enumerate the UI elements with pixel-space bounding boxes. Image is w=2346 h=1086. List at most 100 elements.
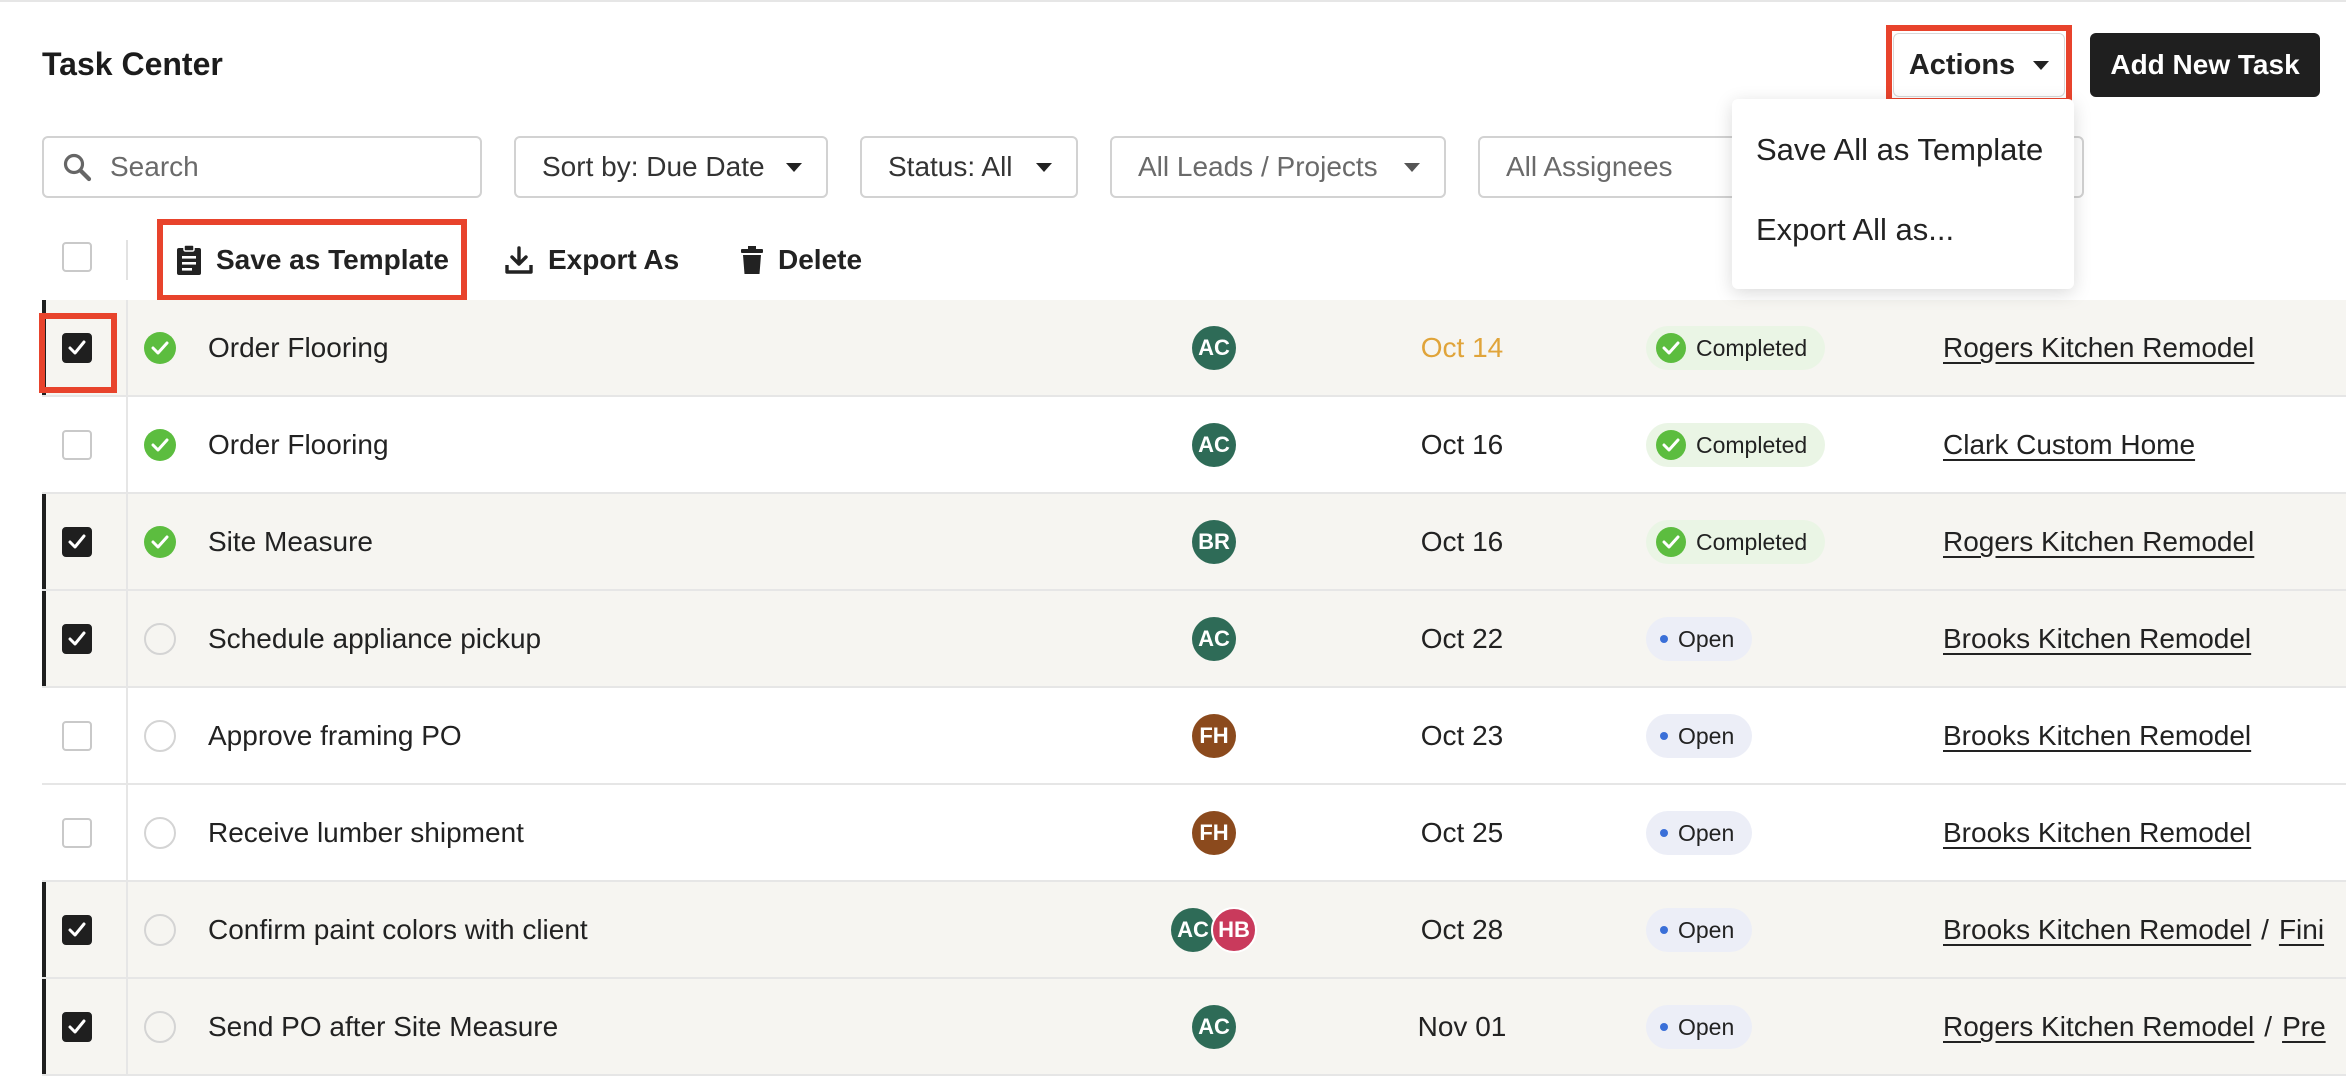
status-badge[interactable]: Open [1646, 811, 1753, 855]
assignee-avatars: FH [1154, 811, 1274, 855]
bullet-icon [1660, 926, 1668, 934]
status-filter-dropdown[interactable]: Status: All [860, 136, 1078, 198]
delete-button[interactable]: Delete [740, 238, 862, 282]
task-name[interactable]: Order Flooring [208, 397, 389, 492]
project-link[interactable]: Brooks Kitchen Remodel [1943, 720, 2251, 751]
project-links: Brooks Kitchen Remodel [1943, 591, 2251, 686]
status-badge[interactable]: Completed [1646, 326, 1826, 370]
open-circle-icon[interactable] [144, 1011, 176, 1043]
column-divider [126, 300, 128, 395]
avatar[interactable]: AC [1192, 423, 1236, 467]
column-divider [126, 397, 128, 492]
completed-check-icon[interactable] [144, 429, 176, 461]
project-link[interactable]: Rogers Kitchen Remodel [1943, 1011, 2254, 1042]
project-links: Clark Custom Home [1943, 397, 2195, 492]
save-as-template-button[interactable]: Save as Template [176, 238, 449, 282]
table-row[interactable]: Schedule appliance pickup AC Oct 22 Open Bro… [42, 591, 2346, 688]
status-badge[interactable]: Open [1646, 617, 1753, 661]
select-all-checkbox[interactable] [62, 242, 92, 272]
caret-down-icon [1036, 162, 1052, 172]
column-divider [126, 591, 128, 686]
due-date: Oct 22 [1420, 623, 1504, 654]
project-link[interactable]: Clark Custom Home [1943, 429, 2195, 460]
add-new-task-button[interactable]: Add New Task [2090, 33, 2320, 97]
bullet-icon [1660, 829, 1668, 837]
status-label: Open [1678, 916, 1735, 943]
menu-item-save-all-as-template[interactable]: Save All as Template [1732, 121, 2074, 179]
task-name[interactable]: Confirm paint colors with client [208, 882, 588, 977]
clipboard-icon [177, 244, 201, 275]
open-circle-icon[interactable] [144, 914, 176, 946]
status-badge[interactable]: Open [1646, 908, 1753, 952]
avatar[interactable]: FH [1192, 714, 1236, 758]
actions-menu: Save All as Template Export All as... [1732, 99, 2074, 289]
table-row[interactable]: Send PO after Site Measure AC Nov 01 Open Ro… [42, 979, 2346, 1076]
project-link[interactable]: Rogers Kitchen Remodel [1943, 332, 2254, 363]
task-name[interactable]: Approve framing PO [208, 688, 462, 783]
project-link[interactable]: Brooks Kitchen Remodel [1943, 817, 2251, 848]
due-date: Nov 01 [1417, 1011, 1507, 1042]
download-icon [505, 246, 533, 274]
avatar[interactable]: AC [1192, 617, 1236, 661]
row-checkbox[interactable] [62, 1012, 92, 1042]
table-row[interactable]: Order Flooring AC Oct 16 Completed Clark Cus… [42, 397, 2346, 494]
project-link[interactable]: Fini [2279, 914, 2324, 945]
open-circle-icon[interactable] [144, 720, 176, 752]
task-name[interactable]: Receive lumber shipment [208, 785, 524, 880]
completed-check-icon[interactable] [144, 332, 176, 364]
task-name[interactable]: Schedule appliance pickup [208, 591, 541, 686]
sort-dropdown[interactable]: Sort by: Due Date [514, 136, 828, 198]
project-link[interactable]: Rogers Kitchen Remodel [1943, 526, 2254, 557]
column-divider [126, 979, 128, 1074]
avatar[interactable]: BR [1192, 520, 1236, 564]
avatar[interactable]: HB [1211, 907, 1257, 953]
project-links: Rogers Kitchen Remodel [1943, 494, 2254, 589]
export-as-button[interactable]: Export As [504, 238, 679, 282]
status-badge[interactable]: Completed [1646, 423, 1826, 467]
open-circle-icon[interactable] [144, 817, 176, 849]
status-label: Open [1678, 1013, 1735, 1040]
bullet-icon [1660, 635, 1668, 643]
table-row[interactable]: Confirm paint colors with client AC HB Oct … [42, 882, 2346, 979]
due-date: Oct 14 [1420, 332, 1504, 363]
row-checkbox[interactable] [62, 527, 92, 557]
table-row[interactable]: Order Flooring AC Oct 14 Completed Rogers Ki… [42, 300, 2346, 397]
avatar[interactable]: AC [1192, 1005, 1236, 1049]
status-badge[interactable]: Completed [1646, 520, 1826, 564]
task-name[interactable]: Order Flooring [208, 300, 389, 395]
table-row[interactable]: Site Measure BR Oct 16 Completed Rogers Kitc… [42, 494, 2346, 591]
avatar[interactable]: AC [1171, 908, 1215, 952]
table-row[interactable]: Receive lumber shipment FH Oct 25 Open Brook… [42, 785, 2346, 882]
task-name[interactable]: Site Measure [208, 494, 373, 589]
column-divider [126, 882, 128, 977]
row-checkbox[interactable] [62, 430, 92, 460]
open-circle-icon[interactable] [144, 623, 176, 655]
row-checkbox[interactable] [62, 915, 92, 945]
bulk-divider [126, 240, 128, 280]
avatar[interactable]: FH [1192, 811, 1236, 855]
menu-item-export-all-as[interactable]: Export All as... [1732, 201, 2074, 259]
search-box[interactable] [42, 136, 482, 198]
leads-projects-dropdown[interactable]: All Leads / Projects [1110, 136, 1446, 198]
row-checkbox[interactable] [62, 721, 92, 751]
delete-label: Delete [778, 244, 863, 275]
status-badge[interactable]: Open [1646, 1005, 1753, 1049]
completed-check-icon[interactable] [144, 526, 176, 558]
project-link[interactable]: Pre [2282, 1011, 2326, 1042]
project-link[interactable]: Brooks Kitchen Remodel [1943, 623, 2251, 654]
actions-dropdown-button[interactable]: Actions [1893, 33, 2065, 97]
task-name[interactable]: Send PO after Site Measure [208, 979, 558, 1074]
task-table: Order Flooring AC Oct 14 Completed Rogers Ki… [42, 300, 2346, 1076]
row-checkbox[interactable] [62, 818, 92, 848]
check-circle-icon [1656, 333, 1686, 363]
row-checkbox[interactable] [62, 624, 92, 654]
project-link[interactable]: Brooks Kitchen Remodel [1943, 914, 2251, 945]
avatar[interactable]: AC [1192, 326, 1236, 370]
table-row[interactable]: Approve framing PO FH Oct 23 Open Brooks Kit… [42, 688, 2346, 785]
caret-down-icon [1404, 162, 1420, 172]
search-input[interactable] [108, 150, 452, 184]
column-divider [126, 785, 128, 880]
status-label: Completed [1696, 334, 1808, 361]
status-badge[interactable]: Open [1646, 714, 1753, 758]
row-checkbox[interactable] [62, 333, 92, 363]
